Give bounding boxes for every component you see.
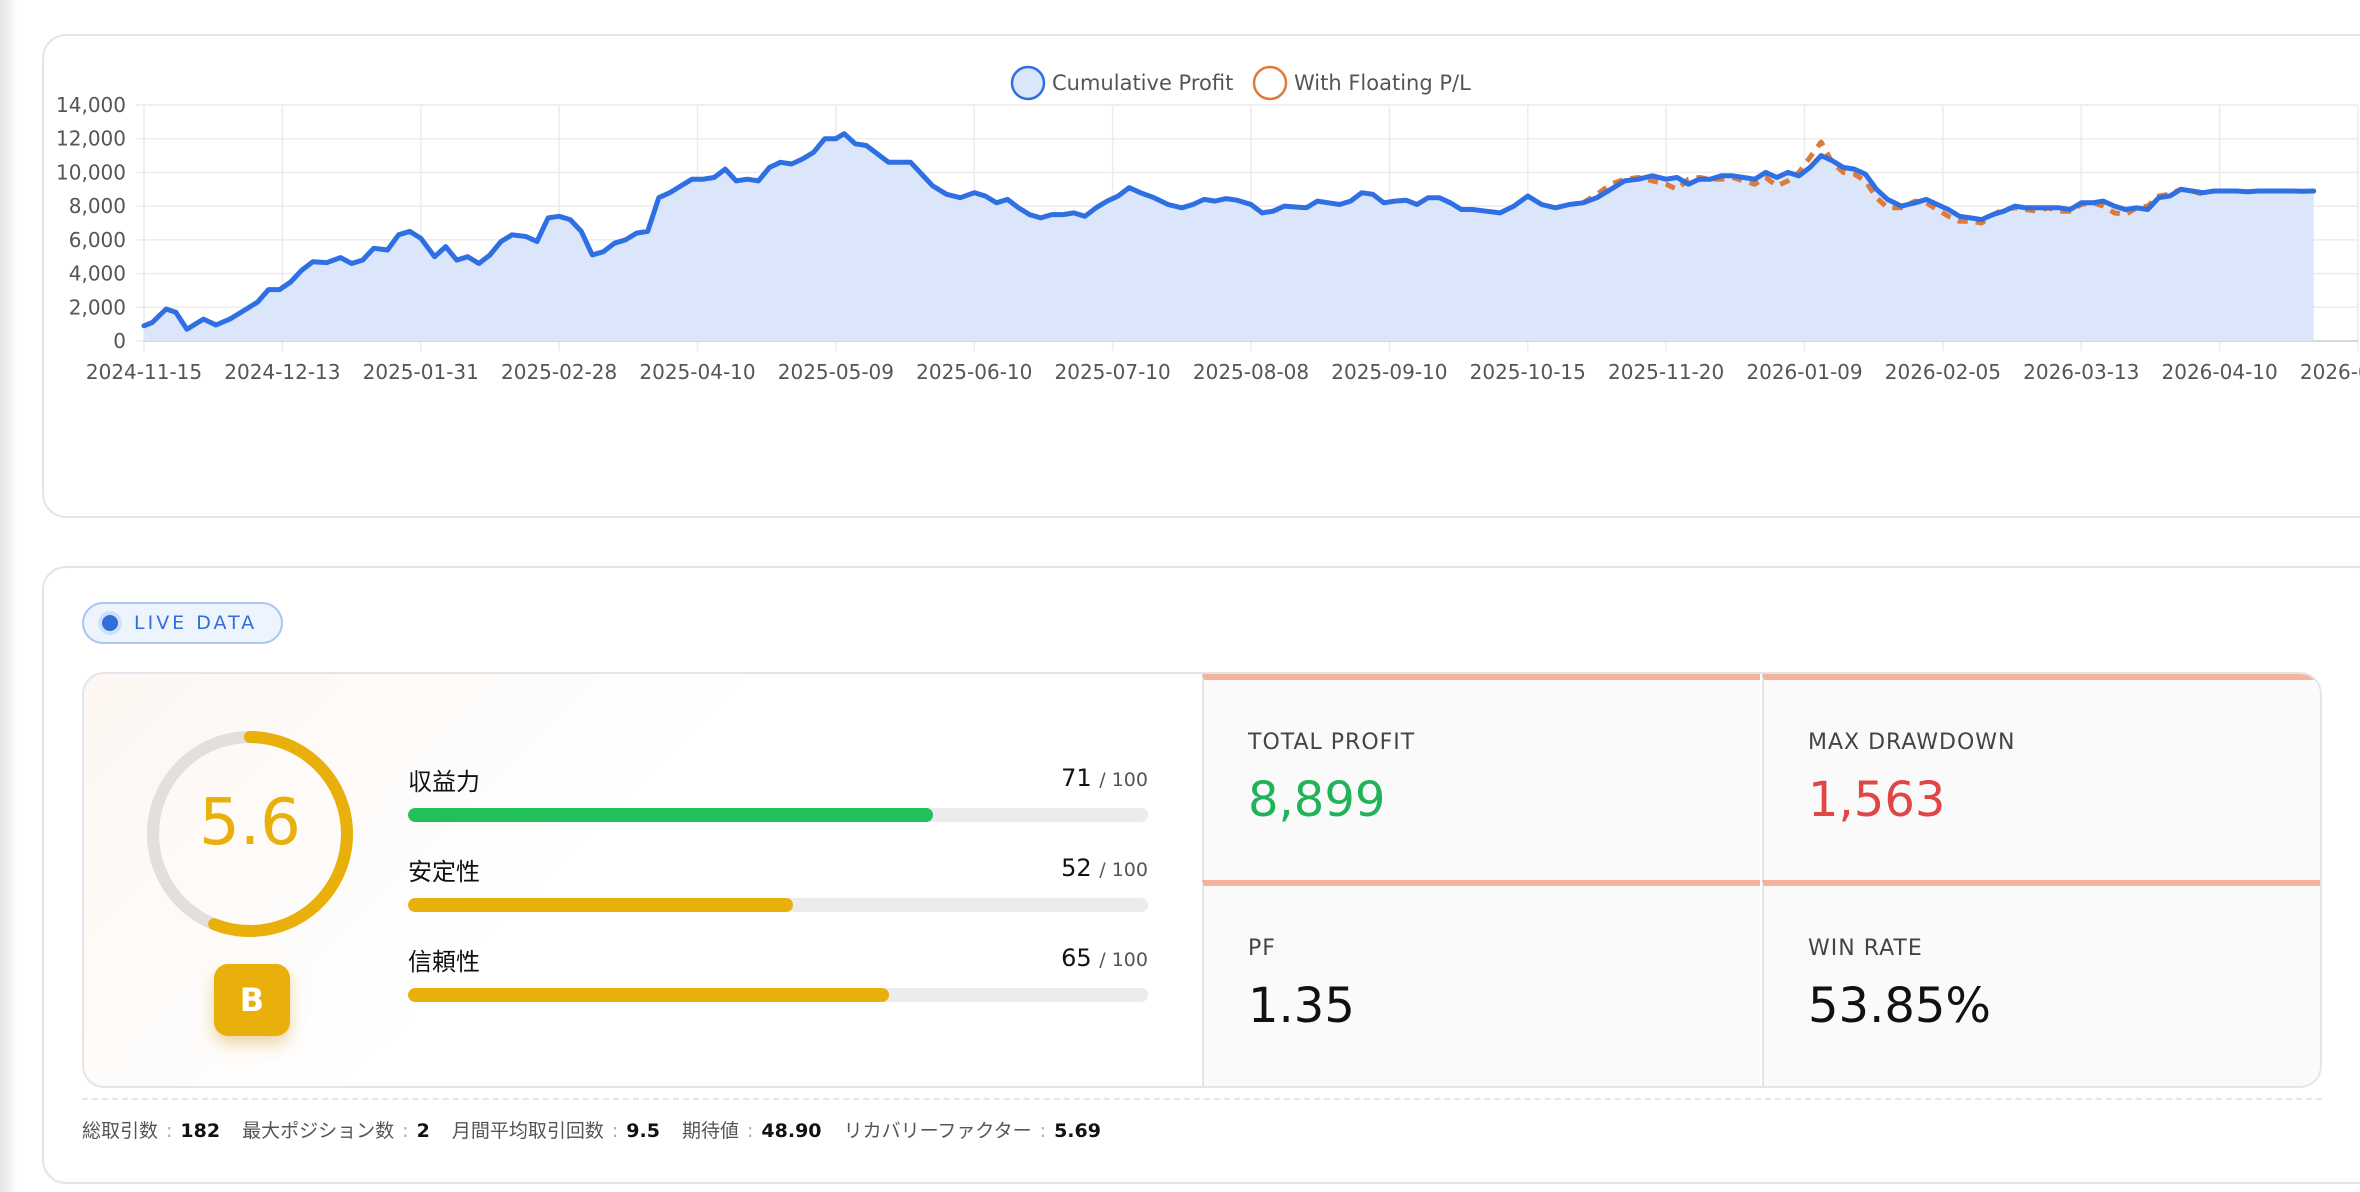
y-tick-label: 14,000	[56, 93, 126, 117]
metric-win-rate: WIN RATE 53.85%	[1762, 880, 2320, 1086]
score-bar-value: 65 / 100	[1061, 944, 1148, 972]
metric-label: WIN RATE	[1808, 936, 1923, 961]
x-tick-label: 2024-11-15	[86, 360, 202, 384]
metric-value: 8,899	[1248, 772, 1386, 828]
score-bar-label: 信頼性	[408, 948, 480, 976]
overall-score: 5.6	[199, 786, 301, 860]
x-tick-label: 2025-10-15	[1470, 360, 1586, 384]
score-bar-stability: 安定性 52 / 100	[408, 852, 1148, 924]
score-bar-fill	[408, 988, 889, 1002]
metric-pf: PF 1.35	[1202, 880, 1760, 1086]
live-data-label: LIVE DATA	[134, 612, 258, 634]
legend-label-cumulative: Cumulative Profit	[1052, 71, 1233, 95]
legend-swatch-cumulative	[1010, 65, 1046, 101]
stat-recovery-factor: リカバリーファクター:5.69	[843, 1120, 1101, 1142]
stat-max-positions: 最大ポジション数:2	[242, 1120, 430, 1142]
score-bar-value: 71 / 100	[1061, 764, 1148, 792]
live-data-badge: LIVE DATA	[82, 602, 284, 644]
y-tick-label: 8,000	[69, 194, 126, 218]
score-bar-fill	[408, 808, 934, 822]
metric-max-drawdown: MAX DRAWDOWN 1,563	[1762, 674, 2320, 880]
grade-badge: B	[214, 964, 290, 1036]
score-bar-reliability: 信頼性 65 / 100	[408, 942, 1148, 1014]
x-tick-label: 2025-01-31	[363, 360, 479, 384]
metric-value: 1.35	[1248, 978, 1355, 1034]
x-tick-label: 2025-02-28	[501, 360, 617, 384]
stats-card: LIVE DATA 5.6 B 収益力 71 / 100 安定性 52 / 10…	[42, 566, 2360, 1184]
metric-label: TOTAL PROFIT	[1248, 730, 1416, 755]
x-tick-label: 2025-07-10	[1055, 360, 1171, 384]
metric-total-profit: TOTAL PROFIT 8,899	[1202, 674, 1760, 880]
stat-monthly-avg-trades: 月間平均取引回数:9.5	[451, 1120, 660, 1142]
page-left-edge	[0, 0, 18, 1192]
legend-swatch-floating	[1252, 65, 1288, 101]
score-bar-track	[408, 808, 1148, 822]
y-tick-label: 10,000	[56, 160, 126, 184]
metric-value: 53.85%	[1808, 978, 1992, 1034]
score-bar-track	[408, 898, 1148, 912]
metric-value: 1,563	[1808, 772, 1946, 828]
x-tick-label: 2025-09-10	[1331, 360, 1447, 384]
metric-label: MAX DRAWDOWN	[1808, 730, 2016, 755]
y-tick-label: 12,000	[56, 127, 126, 151]
score-panel: 5.6 B 収益力 71 / 100 安定性 52 / 100 信頼性 65 /…	[82, 672, 1202, 1088]
score-bar-label: 安定性	[408, 858, 480, 886]
x-tick-label: 2026-01-09	[1746, 360, 1862, 384]
score-bar-fill	[408, 898, 793, 912]
score-bar-label: 収益力	[408, 768, 480, 796]
cumulative-profit-area	[144, 133, 2314, 341]
y-tick-label: 0	[113, 329, 126, 353]
profit-chart: 0 2,000 4,000 6,000 8,000 10,000 12,000 14,000 2…	[56, 65, 2360, 384]
x-tick-label: 2025-06-10	[916, 360, 1032, 384]
x-tick-label: 2026-05-15	[2300, 360, 2360, 384]
y-tick-label: 6,000	[69, 228, 126, 252]
x-tick-label: 2025-04-10	[639, 360, 755, 384]
y-tick-label: 2,000	[69, 295, 126, 319]
x-tick-label: 2026-04-10	[2162, 360, 2278, 384]
score-bar-track	[408, 988, 1148, 1002]
live-dot-icon	[102, 615, 118, 631]
x-tick-label: 2025-08-08	[1193, 360, 1309, 384]
score-bar-profitability: 収益力 71 / 100	[408, 762, 1148, 834]
x-tick-label: 2024-12-13	[224, 360, 340, 384]
metrics-grid: TOTAL PROFIT 8,899 MAX DRAWDOWN 1,563 PF…	[1202, 672, 2322, 1088]
stat-expectancy: 期待値:48.90	[681, 1120, 822, 1142]
x-tick-label: 2026-03-13	[2023, 360, 2139, 384]
x-tick-label: 2025-11-20	[1608, 360, 1724, 384]
profit-chart-card: 0 2,000 4,000 6,000 8,000 10,000 12,000 14,000 2…	[42, 34, 2360, 518]
legend-label-floating: With Floating P/L	[1294, 71, 1471, 95]
x-tick-label: 2026-02-05	[1885, 360, 2001, 384]
stat-total-trades: 総取引数:182	[82, 1120, 221, 1142]
metric-label: PF	[1248, 936, 1276, 961]
y-tick-label: 4,000	[69, 262, 126, 286]
x-tick-label: 2025-05-09	[778, 360, 894, 384]
score-bar-value: 52 / 100	[1061, 854, 1148, 882]
footer-stats: 総取引数:182 最大ポジション数:2 月間平均取引回数:9.5 期待値:48.…	[82, 1098, 2322, 1143]
